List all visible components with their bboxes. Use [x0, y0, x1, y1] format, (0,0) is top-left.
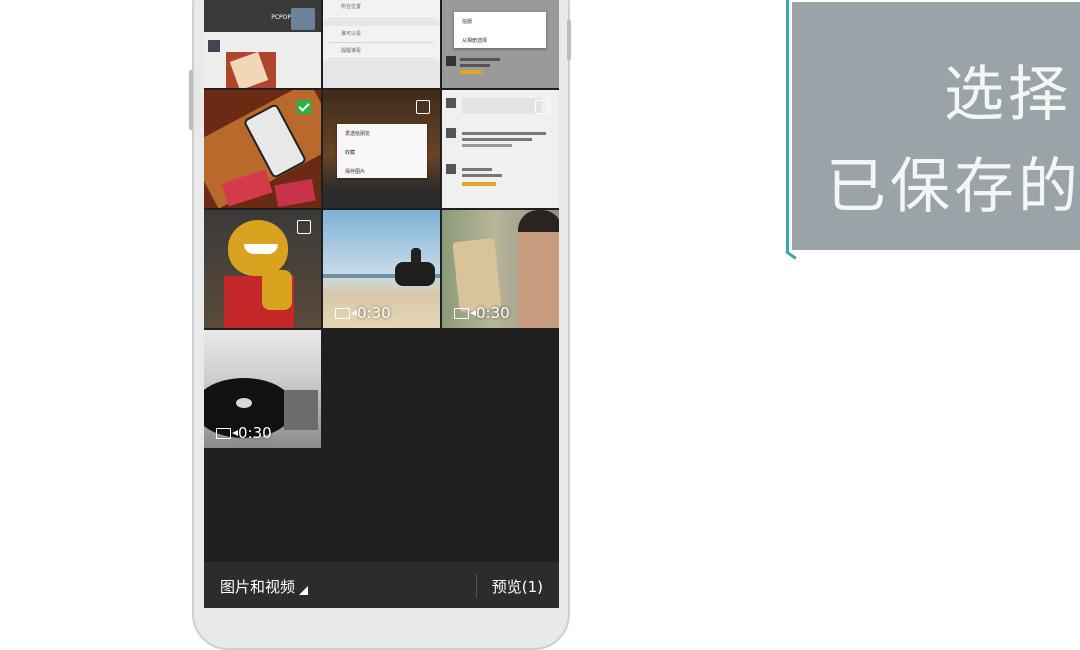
caption-line-1: 选择 [944, 60, 1072, 130]
gallery-tile[interactable] [204, 210, 321, 328]
selection-checkbox[interactable] [297, 220, 311, 234]
gallery-tile[interactable]: 发送给朋友 收藏 保存图片 [323, 90, 440, 208]
avatar [446, 128, 456, 138]
duration-label: 0:30 [357, 304, 391, 322]
bottom-bar: 图片和视频 预览(1) [204, 562, 559, 608]
caption-accent-corner [785, 250, 797, 260]
caption-accent-line [786, 0, 789, 252]
menu-item: 所在位置 [341, 4, 362, 10]
divider [476, 574, 477, 598]
avatar [446, 56, 456, 66]
phone-power-button [567, 20, 571, 60]
menu-item: 拍摄 [462, 19, 473, 25]
album-selector-label: 图片和视频 [220, 578, 296, 596]
gallery-tile[interactable] [442, 90, 559, 208]
duration-label: 0:30 [238, 424, 272, 442]
selection-checkbox[interactable] [297, 100, 311, 114]
gallery-tile[interactable]: 拍摄 从相册选择 [442, 0, 559, 88]
gallery-tile[interactable] [204, 90, 321, 208]
menu-item: 提醒谁看 [341, 48, 362, 54]
gallery-tile[interactable]: 0:30 [442, 210, 559, 328]
menu-item: 保存图片 [345, 169, 366, 175]
avatar [446, 98, 456, 108]
video-duration: 0:30 [335, 304, 391, 322]
gallery-tile[interactable]: 0:30 [323, 210, 440, 328]
selection-checkbox[interactable] [416, 100, 430, 114]
video-camera-icon [335, 307, 357, 319]
phone-volume-button [189, 70, 193, 130]
gallery-tile[interactable]: PCPOP [204, 0, 321, 88]
menu-item: 发送给朋友 [345, 131, 371, 137]
dropdown-triangle-icon [299, 586, 309, 595]
phone-screen: PCPOP 所在位置 谁可以看 提醒谁看 拍摄 从相册选择 发送给朋友 收藏 保… [204, 0, 559, 608]
menu-item: 谁可以看 [341, 31, 362, 37]
video-camera-icon [216, 427, 238, 439]
gallery-tile[interactable]: 所在位置 谁可以看 提醒谁看 [323, 0, 440, 88]
popup-menu: 发送给朋友 收藏 保存图片 [337, 124, 427, 178]
album-selector-button[interactable]: 图片和视频 [220, 576, 309, 597]
menu-item: 收藏 [345, 150, 356, 156]
video-camera-icon [454, 307, 476, 319]
menu-item: 从相册选择 [462, 38, 488, 44]
avatar [446, 164, 456, 174]
profile-name: PCPOP [271, 14, 291, 21]
video-duration: 0:30 [454, 304, 510, 322]
selection-checkbox[interactable] [535, 100, 549, 114]
person-face [518, 218, 559, 328]
video-duration: 0:30 [216, 424, 272, 442]
phone-photo [452, 237, 502, 313]
popup-menu: 拍摄 从相册选择 [454, 12, 546, 48]
duration-label: 0:30 [476, 304, 510, 322]
avatar [208, 40, 220, 52]
preview-button[interactable]: 预览(1) [492, 576, 543, 597]
avatar [291, 8, 315, 30]
gallery-tile[interactable]: 0:30 [204, 330, 321, 448]
caption-line-2: 已保存的 [826, 152, 1080, 222]
